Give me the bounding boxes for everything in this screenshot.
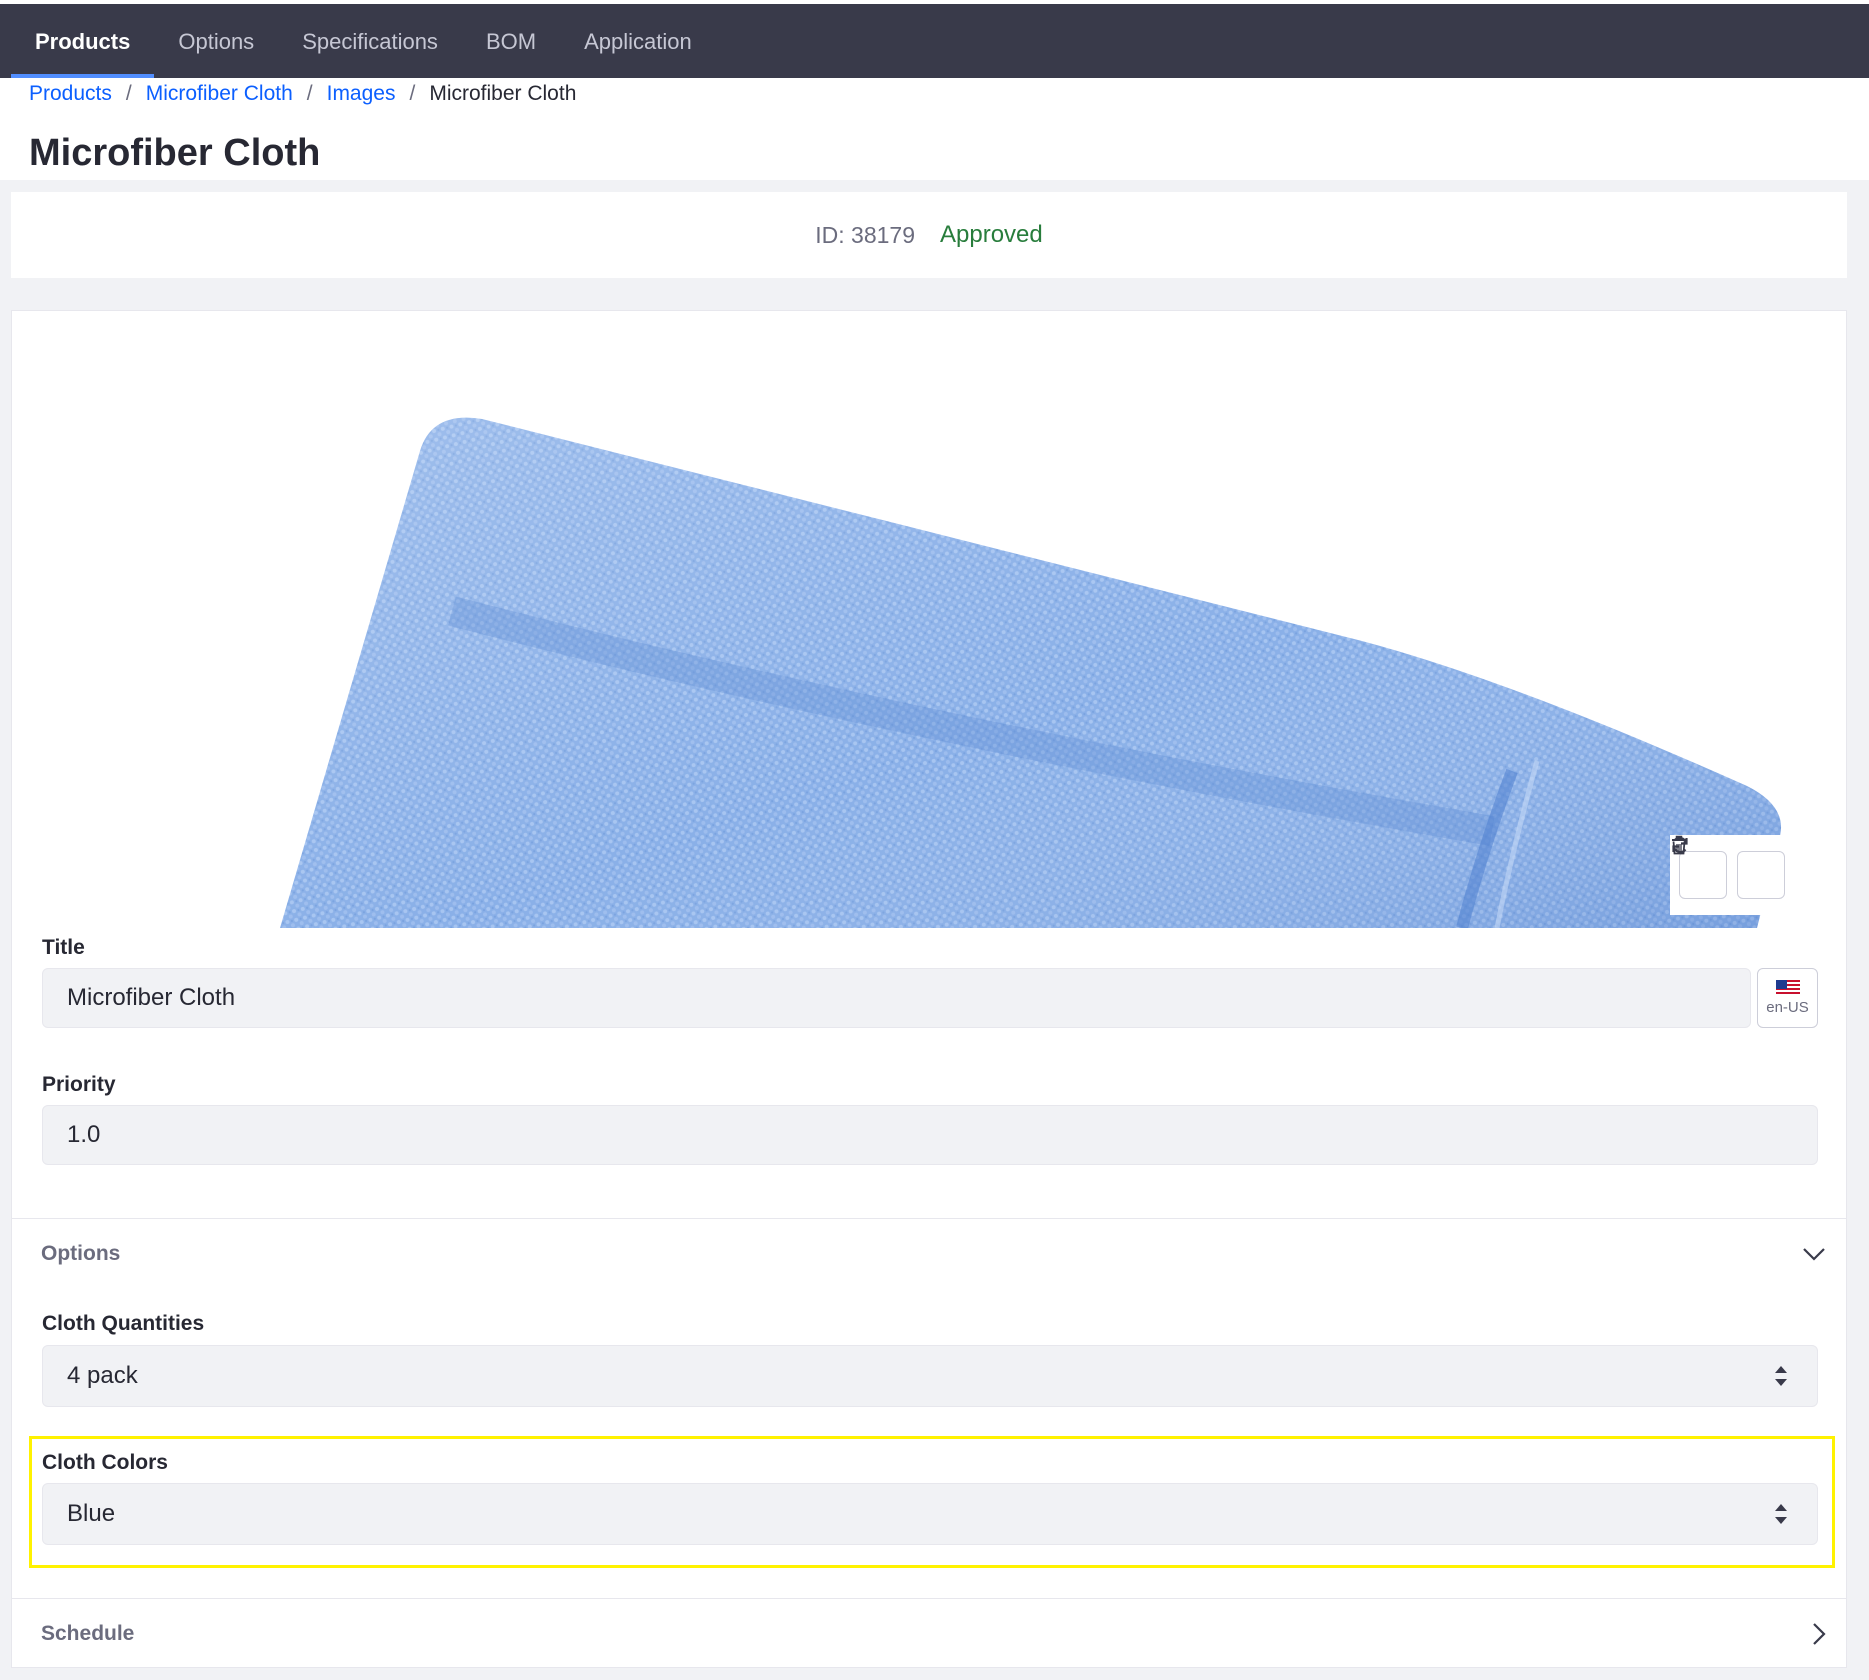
image-actions [1670,835,1794,915]
delete-button[interactable] [1672,835,1785,899]
tab-options[interactable]: Options [154,6,278,78]
product-image [12,311,1846,928]
breadcrumb-separator: / [306,82,313,105]
options-section-toggle[interactable]: Options [12,1219,1846,1289]
trash-icon [1672,835,1686,855]
title-input[interactable]: Microfiber Cloth [42,968,1751,1028]
tab-products[interactable]: Products [11,6,155,78]
language-code: en-US [1766,999,1809,1016]
page-title: Microfiber Cloth [29,132,321,174]
cloth-colors-value: Blue [67,1500,116,1527]
title-value: Microfiber Cloth [67,984,236,1011]
language-selector[interactable]: en-US [1757,968,1818,1028]
status-badge: Approved [940,221,1043,248]
refresh-button[interactable] [1672,836,1727,899]
top-navbar: Products Options Specifications BOM Appl… [0,6,1869,78]
breadcrumb: Products / Microfiber Cloth / Images / M… [29,82,576,106]
cloth-quantities-label: Cloth Quantities [42,1312,205,1335]
us-flag-icon [1775,980,1800,996]
image-detail-card: Title Microfiber Cloth en-US Priority 1.… [11,310,1847,1668]
priority-label: Priority [42,1073,116,1096]
tab-application[interactable]: Application [560,6,716,78]
schedule-section-toggle[interactable]: Schedule [12,1599,1846,1669]
options-section-title: Options [41,1242,121,1265]
cloth-colors-select[interactable]: Blue [42,1483,1818,1545]
breadcrumb-link-products[interactable]: Products [29,82,112,106]
breadcrumb-separator: / [409,82,416,105]
cloth-quantities-value: 4 pack [67,1362,138,1389]
cloth-quantities-select[interactable]: 4 pack [42,1345,1818,1407]
tab-specifications[interactable]: Specifications [278,6,462,78]
entry-id: ID: 38179 [815,221,915,248]
breadcrumb-current: Microfiber Cloth [429,82,577,105]
chevron-down-icon [1802,1247,1826,1261]
tab-bom[interactable]: BOM [462,6,560,78]
schedule-section-title: Schedule [41,1622,135,1645]
priority-value: 1.0 [67,1121,101,1148]
select-arrows-icon [1775,1504,1787,1524]
title-label: Title [42,936,85,959]
status-bar: ID: 38179 Approved [11,192,1847,278]
chevron-right-icon [1812,1622,1826,1646]
priority-input[interactable]: 1.0 [42,1105,1818,1165]
select-arrows-icon [1775,1366,1787,1386]
breadcrumb-link-images[interactable]: Images [327,82,396,106]
breadcrumb-link-product[interactable]: Microfiber Cloth [146,82,293,106]
cloth-image [280,417,1782,928]
breadcrumb-separator: / [125,82,132,105]
cloth-colors-label: Cloth Colors [42,1451,168,1474]
